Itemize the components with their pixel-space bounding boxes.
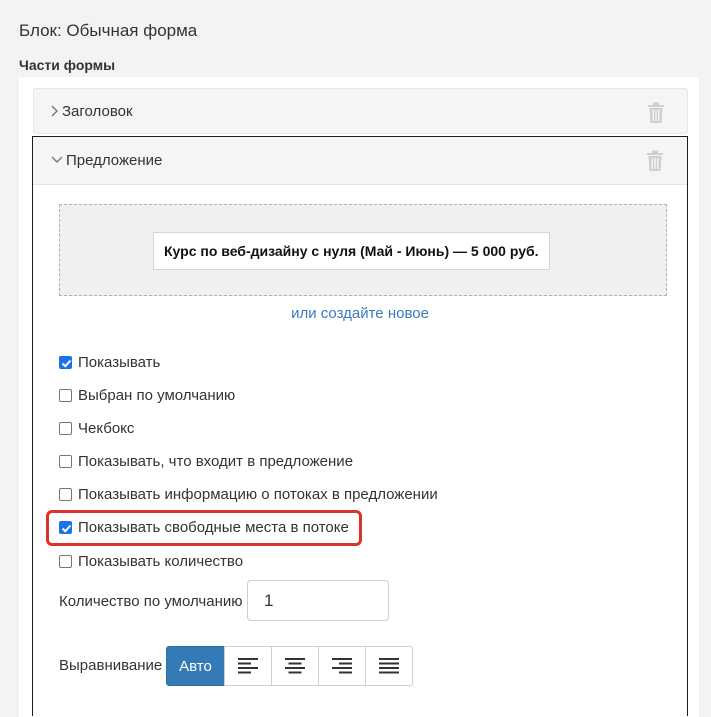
trash-icon[interactable] [645, 150, 665, 172]
option-show[interactable]: Показывать [59, 353, 160, 373]
align-left-button[interactable] [224, 646, 272, 686]
offer-dropzone[interactable]: Курс по веб-дизайну с нуля (Май - Июнь) … [59, 204, 667, 296]
part-label: Предложение [66, 152, 163, 169]
create-new-offer-link[interactable]: или создайте новое [33, 305, 687, 322]
part-label: Заголовок [62, 103, 133, 120]
default-quantity-input[interactable]: 1 [247, 580, 389, 621]
chevron-down-icon [51, 156, 63, 163]
checkbox[interactable] [59, 422, 72, 435]
align-justify-button[interactable] [365, 646, 413, 686]
checkbox[interactable] [59, 555, 72, 568]
option-checkbox[interactable]: Чекбокс [59, 419, 134, 439]
option-show-quantity[interactable]: Показывать количество [59, 552, 243, 572]
option-label: Показывать свободные места в потоке [78, 519, 349, 536]
option-show-stream-info[interactable]: Показывать информацию о потоках в предло… [59, 485, 438, 505]
alignment-button-group: Авто [166, 646, 413, 686]
option-label: Показывать информацию о потоках в предло… [78, 486, 438, 503]
align-left-icon [238, 658, 258, 674]
option-show-free-seats[interactable]: Показывать свободные места в потоке [59, 518, 349, 538]
checkbox[interactable] [59, 488, 72, 501]
option-label: Показывать количество [78, 553, 244, 570]
checkbox[interactable] [59, 389, 72, 402]
align-justify-icon [379, 658, 399, 674]
align-center-icon [285, 658, 305, 674]
checkbox[interactable] [59, 455, 72, 468]
checkbox-checked[interactable] [59, 521, 72, 534]
block-title: Блок: Обычная форма [19, 21, 198, 40]
option-label: Чекбокс [78, 420, 135, 437]
option-show-contents[interactable]: Показывать, что входит в предложение [59, 452, 353, 472]
option-label: Выбран по умолчанию [78, 387, 236, 404]
selected-offer[interactable]: Курс по веб-дизайну с нуля (Май - Июнь) … [153, 232, 550, 270]
form-parts-label: Части формы [19, 57, 116, 73]
trash-icon[interactable] [646, 102, 666, 124]
align-auto-button[interactable]: Авто [166, 646, 225, 686]
align-right-icon [332, 658, 352, 674]
default-quantity-label: Количество по умолчанию [59, 593, 243, 610]
part-offer-panel: Предложение Курс по веб-дизайну с нуля (… [32, 136, 688, 716]
part-header-title[interactable]: Заголовок [33, 88, 688, 134]
option-label: Показывать [78, 354, 161, 371]
option-label: Показывать, что входит в предложение [78, 453, 354, 470]
align-right-button[interactable] [318, 646, 366, 686]
option-selected-by-default[interactable]: Выбран по умолчанию [59, 386, 235, 406]
alignment-label: Выравнивание [59, 657, 163, 674]
part-header-offer[interactable]: Предложение [33, 137, 687, 185]
checkbox-checked[interactable] [59, 356, 72, 369]
align-auto-label: Авто [179, 657, 212, 675]
align-center-button[interactable] [271, 646, 319, 686]
chevron-right-icon [51, 105, 58, 117]
